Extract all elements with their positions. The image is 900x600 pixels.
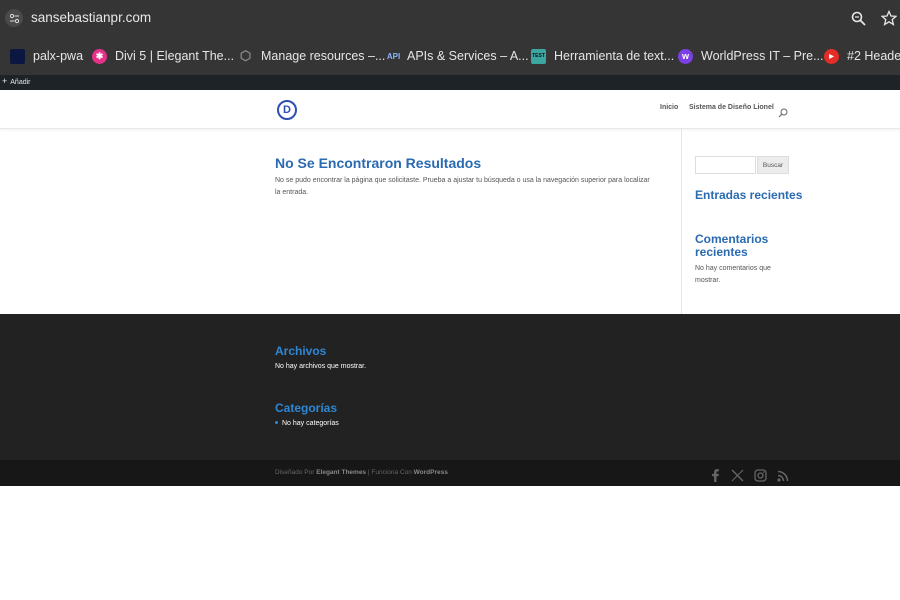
youtube-icon: ▶ xyxy=(824,48,839,64)
instagram-icon[interactable] xyxy=(754,467,767,486)
bookmark-label: #2 Header xyxy=(847,49,900,63)
divi-icon: ✱ xyxy=(92,48,107,64)
page-title: No Se Encontraron Resultados xyxy=(275,155,482,171)
x-twitter-icon[interactable] xyxy=(731,467,744,486)
cloud-icon: ⬡ xyxy=(239,48,252,63)
credit-platform-link[interactable]: WordPress xyxy=(414,469,448,476)
nav-item-inicio[interactable]: Inicio xyxy=(660,104,678,111)
site-logo[interactable]: D xyxy=(277,100,297,120)
palx-icon xyxy=(10,48,25,64)
address-input[interactable]: sansebastianpr.com xyxy=(31,10,151,25)
bookmark-apis[interactable]: API APIs & Services – A... xyxy=(385,37,529,75)
archives-heading: Archivos xyxy=(275,344,327,358)
bookmark-label: APIs & Services – A... xyxy=(407,49,529,63)
credit-separator: | Funciona Con xyxy=(367,469,412,476)
footer-credits: Diseñado Por Elegant Themes | Funciona C… xyxy=(275,469,448,476)
categories-text: No hay categorías xyxy=(282,420,339,427)
recent-posts-heading: Entradas recientes xyxy=(695,188,803,202)
bookmark-label: Divi 5 | Elegant The... xyxy=(115,49,235,63)
sidebar-search-button[interactable]: Buscar xyxy=(757,156,789,174)
browser-url-bar: sansebastianpr.com xyxy=(0,0,900,37)
site-header: D Inicio Sistema de Diseño Lionel xyxy=(0,90,900,129)
plus-icon: + xyxy=(2,76,8,86)
bookmark-label: WorldPress IT – Pre... xyxy=(701,49,824,63)
archives-text: No hay archivos que mostrar. xyxy=(275,363,367,370)
credit-designed-by: Diseñado Por xyxy=(275,469,315,476)
bookmark-worldpress[interactable]: w WorldPress IT – Pre... xyxy=(678,37,824,75)
bookmark-divi[interactable]: ✱ Divi 5 | Elegant The... xyxy=(92,37,234,75)
search-icon[interactable] xyxy=(778,103,788,122)
bookmark-label: Manage resources –... xyxy=(261,49,386,63)
add-new-label: Añadir xyxy=(10,79,31,86)
credit-theme-link[interactable]: Elegant Themes xyxy=(316,469,366,476)
list-bullet xyxy=(275,421,278,424)
star-icon[interactable] xyxy=(880,9,898,30)
rss-icon[interactable] xyxy=(777,467,789,486)
test-icon: TEST xyxy=(531,48,546,64)
bookmark-header[interactable]: ▶ #2 Header xyxy=(824,37,900,75)
not-found-text: No se pudo encontrar la página que solic… xyxy=(275,177,650,196)
bookmark-manage-resources[interactable]: ⬡ Manage resources –... xyxy=(238,37,386,75)
no-comments-text: No hay comentarios que mostrar. xyxy=(695,265,771,284)
bookmark-herramienta[interactable]: TEST Herramienta de text... xyxy=(531,37,674,75)
nav-item-sistema[interactable]: Sistema de Diseño Lionel xyxy=(689,104,774,111)
footer-bottom-bar: Diseñado Por Elegant Themes | Funciona C… xyxy=(0,460,900,486)
api-icon: API xyxy=(386,51,401,61)
bookmark-label: palx-pwa xyxy=(33,49,84,63)
recent-comments-heading: Comentarios recientes xyxy=(695,232,769,259)
footer: Archivos No hay archivos que mostrar. Ca… xyxy=(0,314,900,460)
bookmark-palx[interactable]: palx-pwa xyxy=(10,37,83,75)
sidebar-search-input[interactable] xyxy=(695,156,756,174)
add-new-button[interactable]: + Añadir xyxy=(2,76,31,86)
sidebar-divider xyxy=(681,129,682,314)
page-blank-area xyxy=(0,486,900,600)
zoom-icon[interactable] xyxy=(851,11,866,30)
wp-admin-bar: + Añadir xyxy=(0,75,900,90)
categories-heading: Categorías xyxy=(275,401,338,415)
facebook-icon[interactable] xyxy=(710,467,720,486)
bookmark-label: Herramienta de text... xyxy=(554,49,675,63)
wordpress-icon: w xyxy=(678,48,693,64)
site-settings-icon[interactable] xyxy=(5,9,23,27)
bookmarks-bar: palx-pwa ✱ Divi 5 | Elegant The... ⬡ Man… xyxy=(0,37,900,75)
